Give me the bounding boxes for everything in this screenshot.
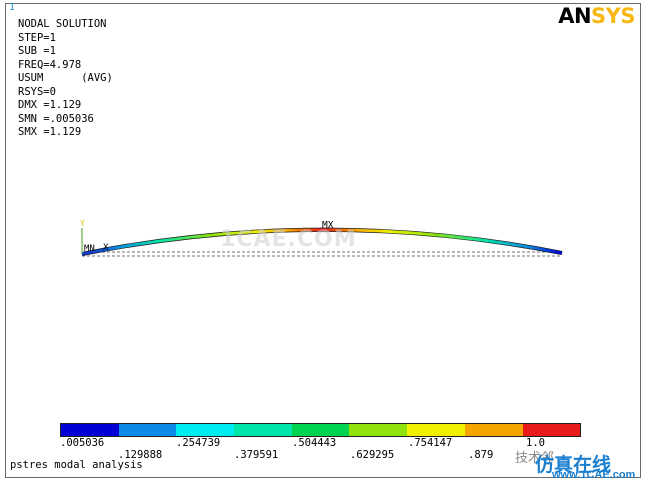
legend-tick: .879 bbox=[468, 449, 494, 461]
legend-tick: .005036 bbox=[60, 437, 105, 449]
legend-tick: .379591 bbox=[234, 449, 279, 461]
legend-segment bbox=[118, 424, 177, 436]
legend-segment bbox=[407, 424, 465, 436]
legend-segment bbox=[522, 424, 581, 436]
legend-segment bbox=[234, 424, 292, 436]
legend-segment bbox=[464, 424, 523, 436]
legend-colorbar bbox=[60, 423, 582, 437]
watermark-text: 1CAE.COM bbox=[220, 227, 357, 252]
legend-segment bbox=[176, 424, 235, 436]
axis-triad: Y X MN bbox=[80, 219, 109, 255]
brand-site: www.1CAE.com bbox=[552, 469, 636, 481]
legend-tick: .754147 bbox=[408, 437, 453, 449]
undeformed-beam bbox=[82, 251, 562, 257]
axis-y-label: Y bbox=[80, 219, 85, 228]
axis-x-label: X bbox=[103, 243, 109, 253]
legend-segment bbox=[349, 424, 408, 436]
legend-tick: .629295 bbox=[350, 449, 395, 461]
legend-segment bbox=[61, 424, 119, 436]
legend-tick: .504443 bbox=[292, 437, 337, 449]
analysis-title: pstres modal analysis bbox=[10, 459, 143, 471]
min-label: MN bbox=[84, 244, 95, 254]
legend-tick: .254739 bbox=[176, 437, 221, 449]
legend-segment bbox=[291, 424, 350, 436]
